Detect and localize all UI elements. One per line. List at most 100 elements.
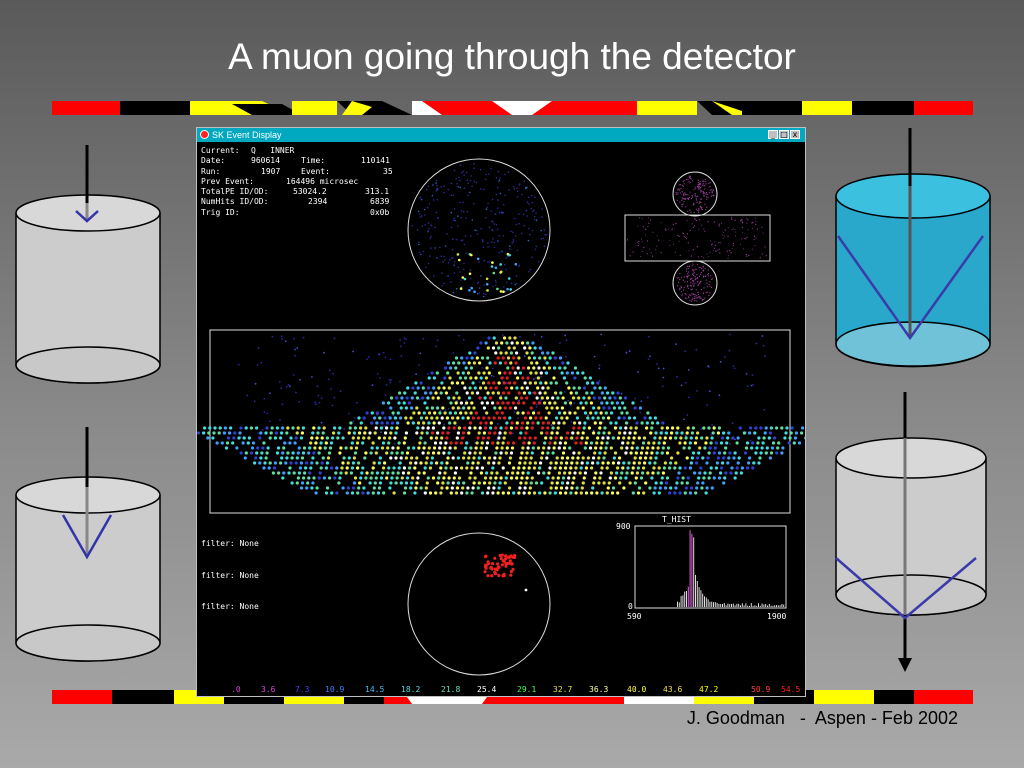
pmt-hit-dot [606,436,610,440]
pmt-hit-dot [502,391,506,395]
pmt-hit-dot [368,481,372,485]
pmt-hit-dot [776,446,780,450]
pmt-hit-dot [686,276,688,278]
pmt-hit-dot [632,436,636,440]
pmt-hit-dot [251,441,256,445]
hist-bar [781,604,783,607]
pmt-hit-dot [470,253,473,257]
app-icon[interactable] [200,130,209,139]
pmt-hit-dot [712,250,714,252]
pmt-hit-dot [318,402,321,404]
pmt-hit-dot [541,351,545,355]
pmt-hit-dot [410,406,414,410]
pmt-hit-dot [391,446,395,450]
pmt-hit-dot [498,481,502,485]
pmt-hit-dot [371,466,375,470]
pmt-hit-dot [426,386,431,390]
pmt-hit-dot [675,222,677,225]
pmt-hit-dot [456,253,460,256]
pmt-hit-dot [683,183,686,185]
pmt-hit-dot [317,426,321,430]
pmt-hit-dot [492,486,496,490]
event-display-canvas[interactable]: T_HIST 900 0 590 1900 [197,142,805,698]
pmt-hit-dot [494,266,498,270]
pmt-hit-dot [601,416,605,420]
pmt-hit-dot [572,451,576,455]
pmt-hit-dot [333,426,337,430]
pmt-hit-dot [711,431,715,435]
pmt-hit-dot [527,196,530,199]
pmt-hit-dot [711,286,713,288]
pmt-hit-dot [460,407,462,410]
pmt-hit-dot [499,290,503,293]
pmt-hit-dot [275,426,279,430]
pmt-hit-dot [488,456,492,460]
pmt-hit-dot [393,436,397,440]
pmt-hit-dot [463,451,467,455]
pmt-hit-dot [686,268,688,270]
pmt-hit-dot [430,416,434,420]
minimize-button[interactable]: _ [768,130,778,139]
maximize-button[interactable]: □ [779,130,789,139]
pmt-hit-dot [490,168,492,170]
pmt-hit-dot [390,451,394,455]
pmt-hit-dot [534,196,536,198]
pmt-hit-dot [700,201,702,204]
pmt-hit-dot [688,176,690,179]
pmt-hit-dot [555,456,559,460]
pmt-hit-dot [369,476,373,480]
pmt-hit-dot [581,371,585,375]
pmt-hit-dot [565,355,567,358]
window-title-bar[interactable]: SK Event Display _ □ x [197,128,805,142]
pmt-hit-dot [572,426,576,430]
pmt-hit-dot [690,294,692,296]
pmt-hit-dot [481,436,485,440]
pmt-hit-dot [508,253,511,257]
pmt-hit-dot [431,426,435,430]
pmt-hit-dot [304,466,308,470]
pmt-hit-dot [393,442,396,445]
pmt-hit-dot [506,287,509,291]
pmt-hit-dot [412,411,416,415]
pmt-hit-dot [373,481,377,485]
pmt-hit-dot [415,481,419,485]
pmt-hit-dot [697,195,699,197]
pmt-hit-dot [683,466,687,470]
pmt-hit-dot [469,191,471,194]
pmt-hit-dot [492,237,494,240]
pmt-hit-dot [518,486,522,490]
pmt-hit-dot [485,366,489,370]
hist-bar [722,604,723,607]
pmt-hit-dot [685,178,687,181]
pmt-hit-dot [760,446,764,450]
pmt-hit-dot [508,189,510,191]
sk-event-display-window[interactable]: SK Event Display _ □ x Current: Q INNER D… [196,127,806,697]
pmt-hit-dot [401,471,405,475]
pmt-hit-dot [507,277,511,280]
pmt-hit-dot [759,426,763,430]
pmt-hit-dot [600,401,604,405]
pmt-hit-dot [582,476,586,480]
pmt-hit-dot [528,391,532,395]
pmt-hit-dot [518,436,522,440]
close-button[interactable]: x [790,130,800,139]
pmt-hit-dot [494,341,499,345]
pmt-hit-dot [467,431,471,435]
pmt-hit-dot [428,466,432,470]
pmt-hit-dot [649,431,653,435]
pmt-hit-dot [238,431,242,435]
pmt-hit-dot [525,396,529,400]
pmt-hit-dot [527,491,531,495]
pmt-hit-dot [500,341,504,345]
pmt-hit-dot [290,481,294,485]
pmt-hit-dot [631,466,635,470]
pmt-hit-dot [525,426,529,430]
pmt-hit-dot [498,371,502,375]
pmt-hit-dot [573,376,577,380]
pmt-hit-dot [525,209,528,212]
hist-bar [680,596,682,607]
pmt-hit-dot [476,391,480,395]
pmt-hit-dot [491,198,494,201]
pmt-hit-dot [302,476,306,480]
pmt-hit-dot [715,461,720,465]
